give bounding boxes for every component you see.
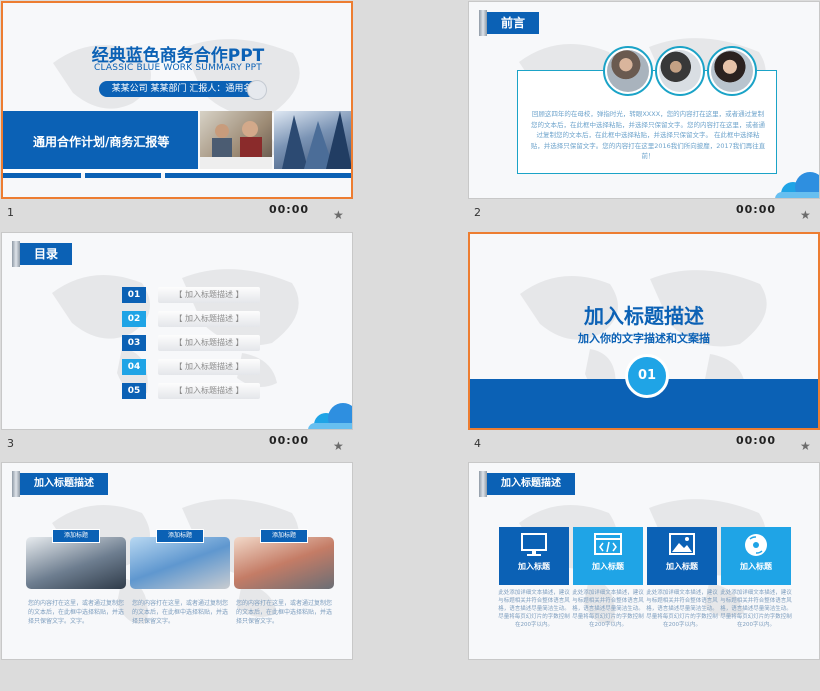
slide-number: 3 xyxy=(7,437,14,450)
slide-timing: 00:00 xyxy=(736,434,777,447)
building-photo-shapes xyxy=(282,111,351,169)
slide-5-canvas[interactable]: 加入标题描述 添加标题 添加标题 添加标题 您的内容打在这里，或者通过复制您的文… xyxy=(1,462,353,660)
toc-label: 【 加入标题描述 】 xyxy=(158,383,260,399)
slide-2-meta: 2 00:00 ★ xyxy=(468,201,818,229)
animation-star-icon[interactable]: ★ xyxy=(800,208,811,222)
slide-1-band-text: 通用合作计划/商务汇报等 xyxy=(33,135,170,149)
slide-2-canvas[interactable]: 前言 回顾这四年的在母校，弹指时光，转眼XXXX，您的内容打在这里，或者通过复制… xyxy=(468,1,820,199)
cloud-decoration-icon xyxy=(308,399,352,429)
slide-timing: 00:00 xyxy=(269,434,310,447)
slide-1-pill-text: 某某公司 某某部门 汇报人：通用名 xyxy=(111,84,253,94)
toc-num: 05 xyxy=(122,383,146,399)
slide-1-subtitle: CLASSIC BLUE WORK SUMMARY PPT xyxy=(94,63,262,73)
card-text-3: 您的内容打在这里，或者通过复制您的文本后，在此框中选择粘贴，并选择只保留文字。 xyxy=(236,600,333,625)
feature-text-1: 此处添加详细文本描述，建议与标题相关并符合整体语言风格，语言描述尽量简洁生动。尽… xyxy=(498,590,570,628)
animation-star-icon[interactable]: ★ xyxy=(800,439,811,453)
circle-photo-3 xyxy=(707,46,757,96)
slide-1-bars xyxy=(3,173,351,179)
card-label-2: 添加标题 xyxy=(156,529,204,543)
section-title: 加入标题描述 xyxy=(584,304,704,328)
feature-box-2: 加入标题 xyxy=(573,527,643,585)
feature-label-4: 加入标题 xyxy=(740,562,772,571)
disc-icon xyxy=(745,534,767,556)
slide-thumb-5[interactable]: 加入标题描述 添加标题 添加标题 添加标题 您的内容打在这里，或者通过复制您的文… xyxy=(1,462,353,691)
laptop-photo xyxy=(130,537,230,589)
toc-num: 01 xyxy=(122,287,146,303)
toc-label: 【 加入标题描述 】 xyxy=(158,287,260,303)
circle-photo-2 xyxy=(655,46,705,96)
feature-label-1: 加入标题 xyxy=(518,562,550,571)
toc-label: 【 加入标题描述 】 xyxy=(158,335,260,351)
slide-4-meta: 4 00:00 ★ xyxy=(468,432,818,460)
slide-1-band: 通用合作计划/商务汇报等 xyxy=(3,111,198,169)
slide-3-tag: 目录 xyxy=(12,241,73,267)
slide-thumb-4[interactable]: 加入标题描述 加入你的文字描述和文案描 01 4 00:00 ★ xyxy=(468,232,820,461)
toc-label: 【 加入标题描述 】 xyxy=(158,311,260,327)
feature-box-1: 加入标题 xyxy=(499,527,569,585)
card-text-2: 您的内容打在这里，或者通过复制您的文本后，在此框中选择粘贴，并选择只保留文字。 xyxy=(132,600,229,625)
card-label-3: 添加标题 xyxy=(260,529,308,543)
slide-thumb-3[interactable]: 目录 01 【 加入标题描述 】 02 【 加入标题描述 】 03 【 加入标题描述 … xyxy=(1,232,353,461)
slide-4-canvas[interactable]: 加入标题描述 加入你的文字描述和文案描 01 xyxy=(468,232,820,430)
feature-box-3: 加入标题 xyxy=(647,527,717,585)
image-icon xyxy=(669,533,695,555)
slide-number: 1 xyxy=(7,206,14,219)
toc-num: 03 xyxy=(122,335,146,351)
slide-1-meta: 1 00:00 ★ xyxy=(1,201,351,229)
slide-timing: 00:00 xyxy=(269,203,310,216)
feature-label-3: 加入标题 xyxy=(666,562,698,571)
phone-photo xyxy=(234,537,334,589)
meeting-photo xyxy=(26,537,126,589)
slide-3-meta: 3 00:00 ★ xyxy=(1,432,351,460)
section-number-badge: 01 xyxy=(625,354,669,398)
toc-num: 04 xyxy=(122,359,146,375)
slide-1-canvas[interactable]: 经典蓝色商务合作PPT CLASSIC BLUE WORK SUMMARY PP… xyxy=(1,1,353,199)
animation-star-icon[interactable]: ★ xyxy=(333,208,344,222)
feature-label-2: 加入标题 xyxy=(592,562,624,571)
slide-thumb-2[interactable]: 前言 回顾这四年的在母校，弹指时光，转眼XXXX，您的内容打在这里，或者通过复制… xyxy=(468,1,820,230)
slide-number: 2 xyxy=(474,206,481,219)
slide-3-canvas[interactable]: 目录 01 【 加入标题描述 】 02 【 加入标题描述 】 03 【 加入标题描述 … xyxy=(1,232,353,430)
circle-photo-1 xyxy=(603,46,653,96)
monitor-icon xyxy=(521,533,547,556)
feature-box-4: 加入标题 xyxy=(721,527,791,585)
animation-star-icon[interactable]: ★ xyxy=(333,439,344,453)
toc-label: 【 加入标题描述 】 xyxy=(158,359,260,375)
card-label-1: 添加标题 xyxy=(52,529,100,543)
team-photo xyxy=(200,111,272,169)
world-map-watermark xyxy=(52,269,299,394)
building-photo xyxy=(274,111,351,169)
slide-2-tag: 前言 xyxy=(479,10,540,36)
slide-5-tag: 加入标题描述 xyxy=(12,471,108,497)
slide-thumb-1[interactable]: 经典蓝色商务合作PPT CLASSIC BLUE WORK SUMMARY PP… xyxy=(1,1,353,230)
team-photo-figures xyxy=(200,121,272,169)
feature-text-2: 此处添加详细文本描述，建议与标题相关并符合整体语言风格，语言描述尽量简洁生动。尽… xyxy=(572,590,644,628)
section-subtitle: 加入你的文字描述和文案描 xyxy=(578,332,710,345)
feature-text-3: 此处添加详细文本描述，建议与标题相关并符合整体语言风格，语言描述尽量简洁生动。尽… xyxy=(646,590,718,628)
slide-thumb-6[interactable]: 加入标题描述 加入标题 加入标题 加入标题 加入标题 此处添加详细文本描述，建议… xyxy=(468,462,820,691)
code-icon xyxy=(594,533,622,555)
card-text-1: 您的内容打在这里，或者通过复制您的文本后，在此框中选择粘贴，并选择只保留文字。文… xyxy=(28,600,125,625)
slide-6-tag: 加入标题描述 xyxy=(479,471,575,497)
preface-text: 回顾这四年的在母校，弹指时光，转眼XXXX，您的内容打在这里，或者通过复制您的文… xyxy=(530,110,766,160)
slide-6-canvas[interactable]: 加入标题描述 加入标题 加入标题 加入标题 加入标题 此处添加详细文本描述，建议… xyxy=(468,462,820,660)
slide-timing: 00:00 xyxy=(736,203,777,216)
slide-1-presenter-pill: 某某公司 某某部门 汇报人：通用名 xyxy=(99,80,267,100)
pill-knob-icon xyxy=(247,80,267,100)
slide-number: 4 xyxy=(474,437,481,450)
feature-text-4: 此处添加详细文本描述，建议与标题相关并符合整体语言风格，语言描述尽量简洁生动。尽… xyxy=(720,590,792,628)
cloud-decoration-icon xyxy=(775,168,819,198)
toc-num: 02 xyxy=(122,311,146,327)
